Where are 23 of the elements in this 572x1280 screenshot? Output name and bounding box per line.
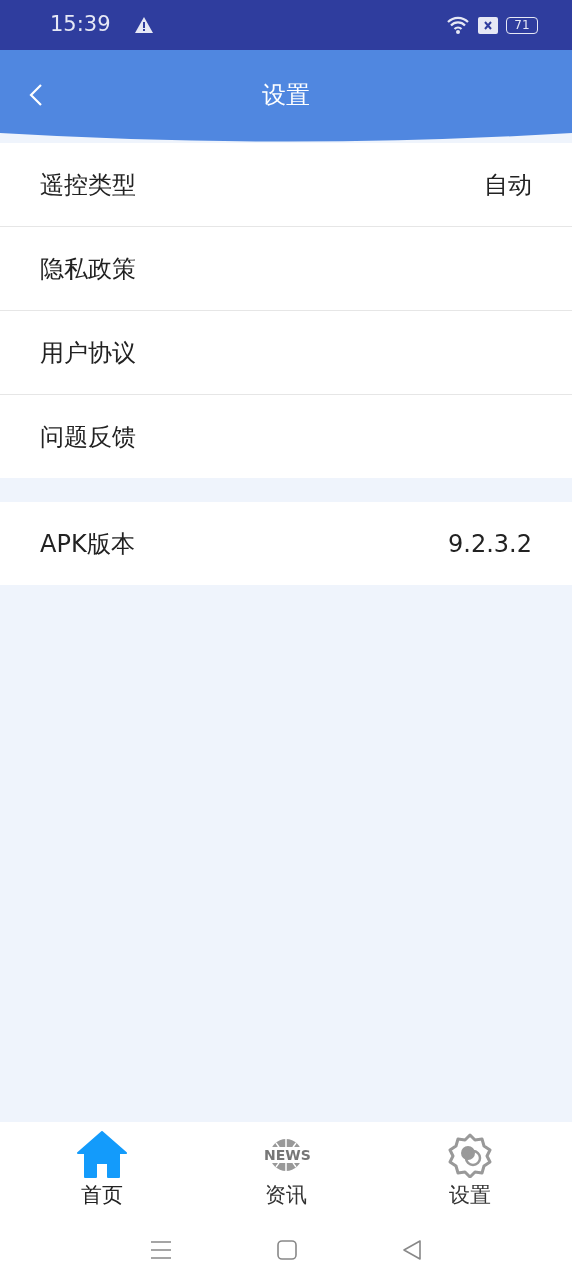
row-value: 自动 bbox=[484, 169, 532, 201]
nav-tab[interactable]: 首页 bbox=[22, 1130, 182, 1220]
menu-icon[interactable] bbox=[150, 1240, 172, 1260]
home-button-icon[interactable] bbox=[277, 1240, 297, 1260]
page-title: 设置 bbox=[262, 80, 310, 111]
row-label: APK版本 bbox=[40, 528, 135, 560]
back-button-icon[interactable] bbox=[402, 1240, 422, 1260]
back-icon[interactable] bbox=[29, 83, 43, 107]
home-icon bbox=[77, 1131, 127, 1179]
row-label: 用户协议 bbox=[40, 337, 136, 369]
row-label: 遥控类型 bbox=[40, 169, 136, 201]
row-label: 隐私政策 bbox=[40, 253, 136, 285]
sim-icon bbox=[478, 16, 498, 34]
row-value: 9.2.3.2 bbox=[448, 528, 532, 560]
nav-tab[interactable]: 设置 bbox=[390, 1130, 550, 1220]
status-time: 15:39 bbox=[50, 11, 111, 39]
row-label: 问题反馈 bbox=[40, 421, 136, 453]
gear-icon bbox=[447, 1132, 493, 1178]
warning-icon bbox=[134, 17, 153, 33]
battery-icon: 71 bbox=[506, 16, 538, 34]
nav-tab[interactable]: NEWS 资讯 bbox=[206, 1130, 366, 1220]
wifi-icon bbox=[446, 15, 470, 35]
news-icon-text: NEWS bbox=[264, 1147, 308, 1163]
